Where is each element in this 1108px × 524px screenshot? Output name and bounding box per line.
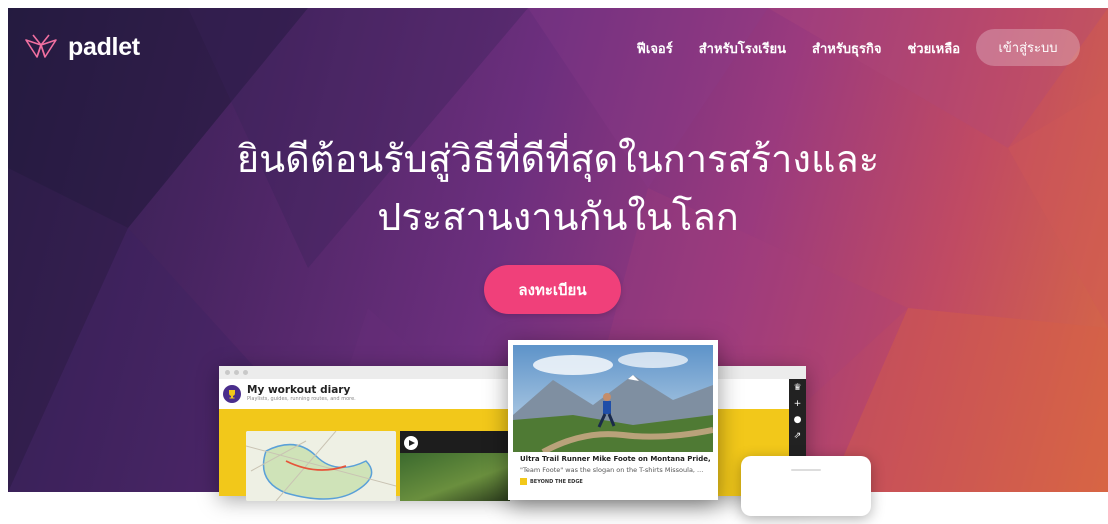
map-image	[246, 431, 396, 501]
nav-link-schools[interactable]: สำหรับโรงเรียน	[699, 38, 786, 59]
post-title: Ultra Trail Runner Mike Foote on Montana…	[520, 455, 712, 463]
nav-link-help[interactable]: ช่วยเหลือ	[907, 38, 960, 59]
board-title: My workout diary	[247, 384, 351, 396]
nav-link-features[interactable]: ฟีเจอร์	[637, 38, 673, 59]
featured-post-card: Ultra Trail Runner Mike Foote on Montana…	[508, 340, 718, 500]
post-source: BEYOND THE EDGE	[520, 478, 583, 485]
headline-line-2: ประสานงานกันในโลก	[377, 195, 739, 239]
trophy-icon	[229, 390, 235, 399]
plus-icon[interactable]: +	[794, 399, 802, 409]
video-post	[400, 431, 510, 501]
paper-crane-icon	[25, 34, 57, 58]
window-dot	[225, 370, 230, 375]
post-source-label: BEYOND THE EDGE	[530, 478, 583, 485]
window-dot	[243, 370, 248, 375]
headline-line-1: ยินดีต้อนรับสู่วิธีที่ดีที่สุดในการสร้าง…	[236, 137, 880, 181]
post-photo	[513, 345, 713, 452]
hero-headline: ยินดีต้อนรับสู่วิธีที่ดีที่สุดในการสร้าง…	[8, 130, 1108, 246]
play-icon[interactable]	[404, 436, 418, 450]
padlet-logo[interactable]: padlet	[24, 32, 140, 62]
window-dot	[234, 370, 239, 375]
phone-preview	[741, 456, 871, 516]
source-logo-icon	[520, 478, 527, 485]
video-thumbnail	[400, 453, 510, 501]
share-icon[interactable]: ⇗	[794, 431, 802, 441]
nav-link-business[interactable]: สำหรับธุรกิจ	[812, 38, 881, 59]
signup-button[interactable]: ลงทะเบียน	[484, 265, 621, 314]
login-button[interactable]: เข้าสู่ระบบ	[976, 29, 1080, 66]
crown-icon[interactable]: ♛	[793, 383, 801, 393]
user-icon[interactable]: ●	[794, 415, 802, 425]
trail-runner-photo	[513, 345, 713, 452]
post-body: "Team Foote" was the slogan on the T-shi…	[520, 466, 704, 474]
logo-wordmark: padlet	[68, 32, 140, 61]
board-avatar	[223, 385, 241, 403]
top-nav: ฟีเจอร์ สำหรับโรงเรียน สำหรับธุรกิจ ช่วย…	[637, 38, 960, 59]
phone-speaker	[791, 469, 821, 471]
map-post	[246, 431, 396, 501]
board-subtitle: Playlists, guides, running routes, and m…	[247, 396, 356, 402]
